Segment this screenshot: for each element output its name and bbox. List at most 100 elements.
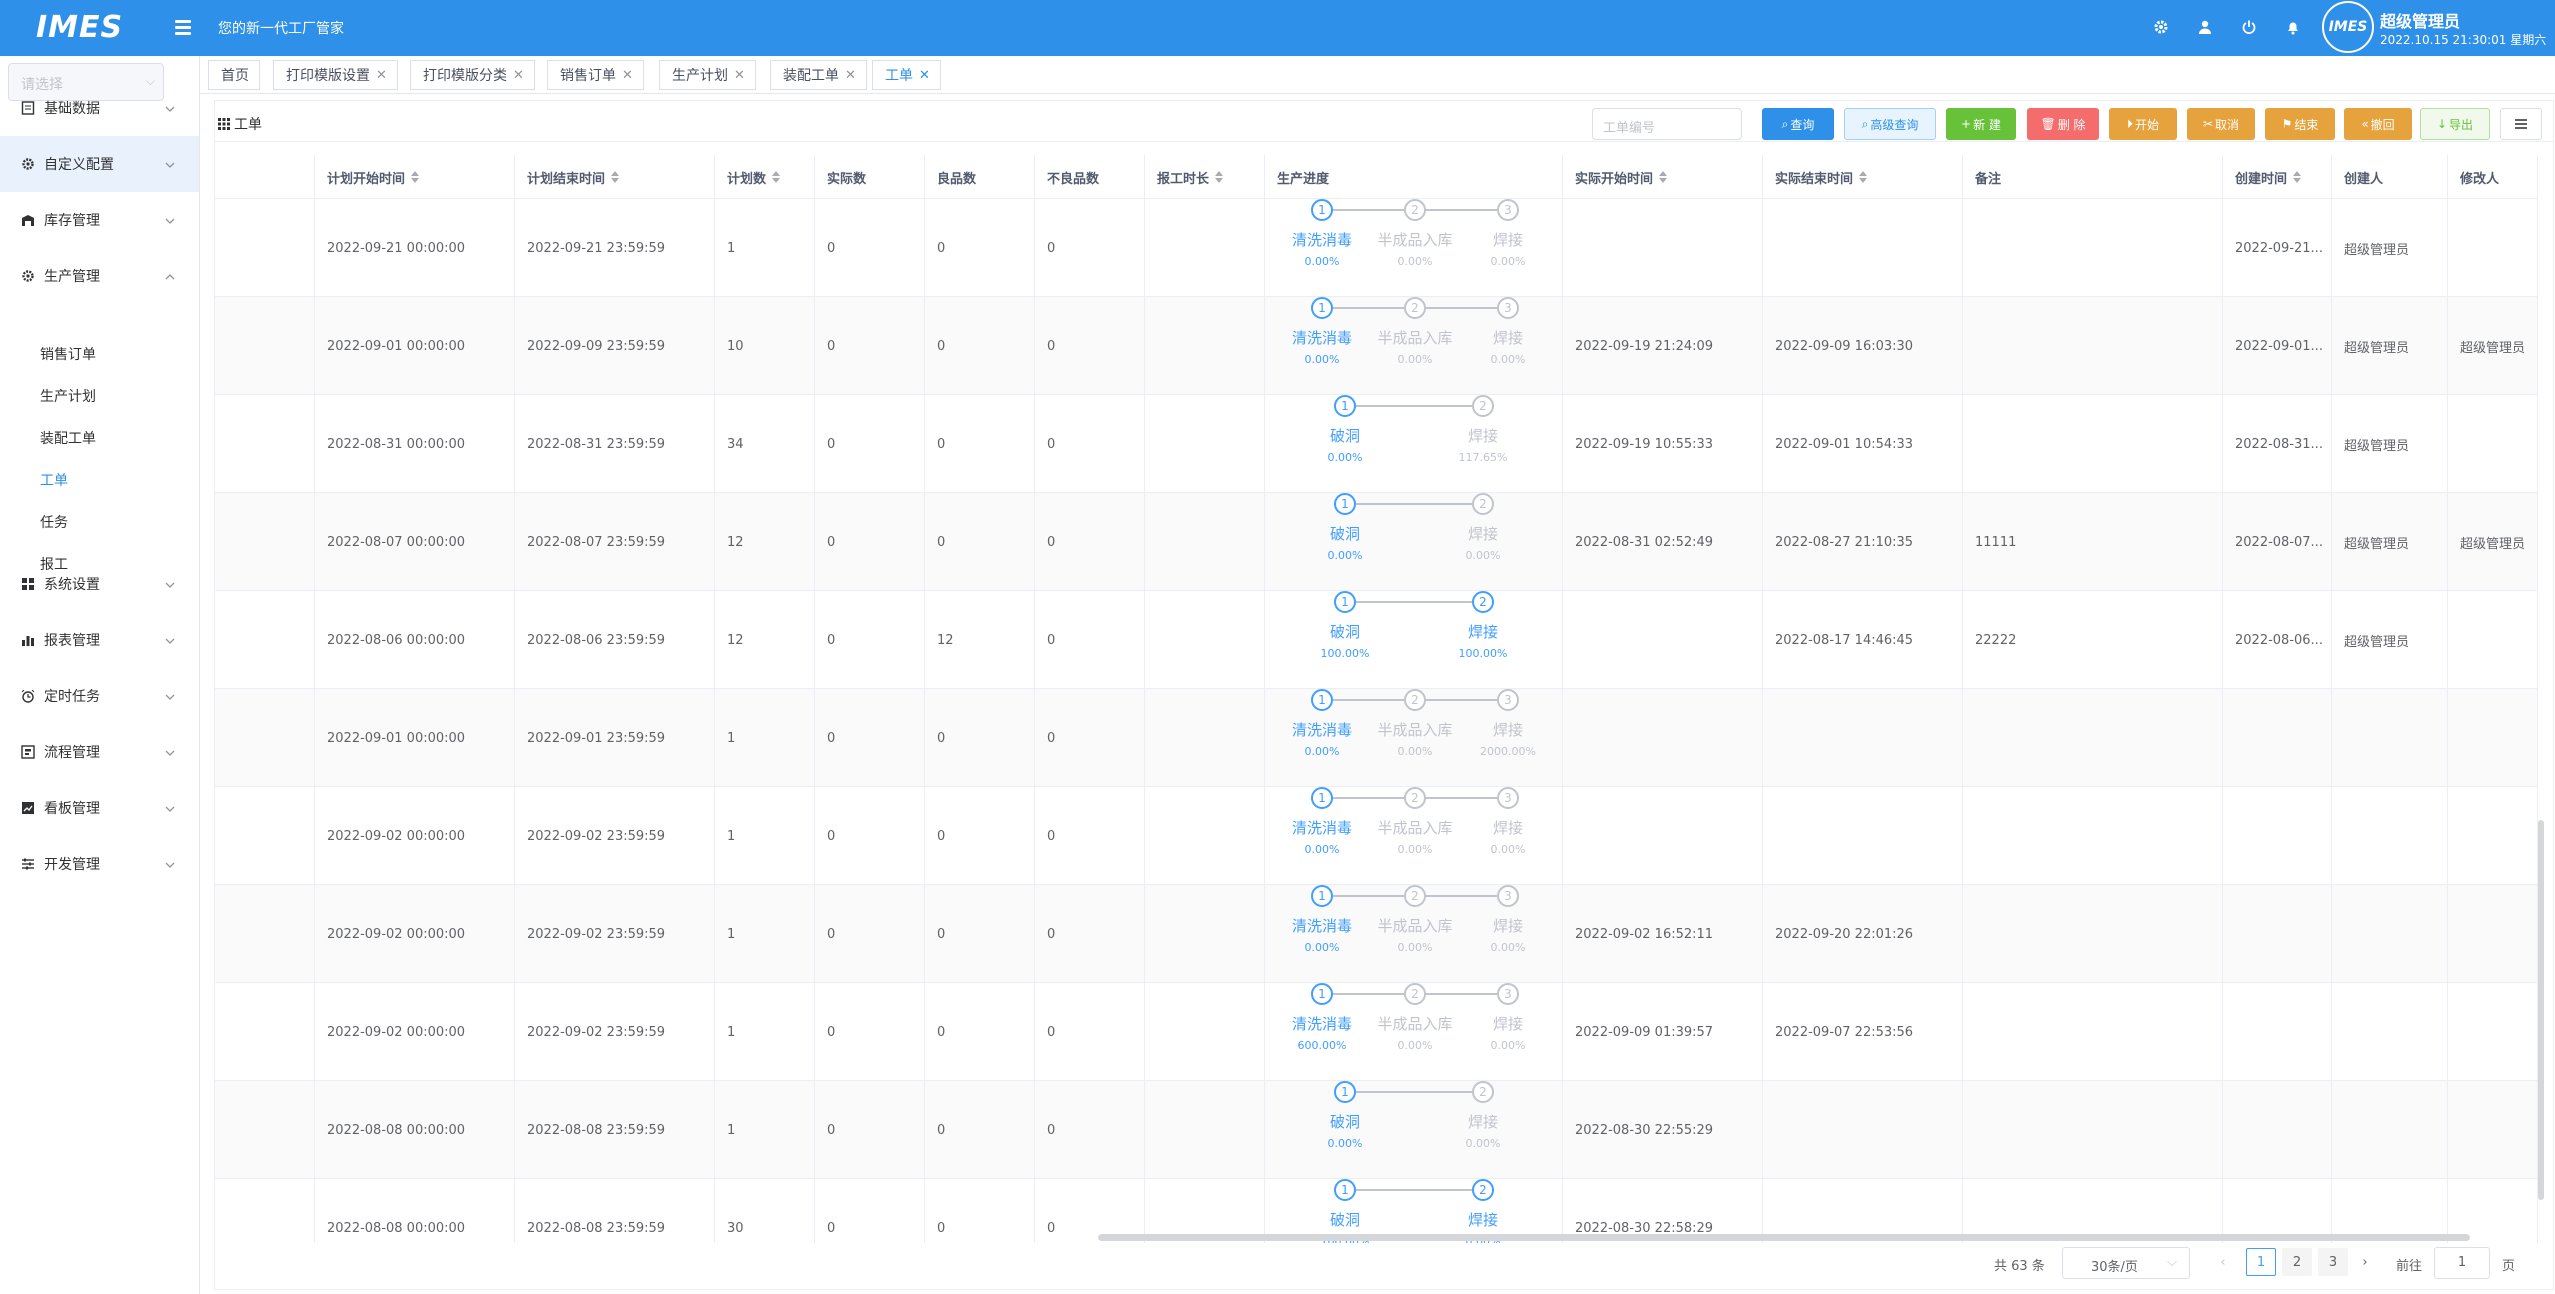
page-button-1[interactable]: 1: [2246, 1248, 2276, 1276]
goto-page-input[interactable]: 1: [2434, 1247, 2490, 1279]
table-row[interactable]: 2022-09-02 00:00:00 2022-09-02 23:59:59 1 0…: [215, 787, 2538, 885]
sidebar-item-10[interactable]: 开发管理: [0, 836, 199, 892]
toolbar-button-1[interactable]: ⌕ 查询: [1762, 108, 1834, 140]
sidebar-subitem-2[interactable]: 生产计划: [40, 386, 96, 406]
tab-label: 生产计划: [672, 68, 728, 84]
step-percent: 0.00%: [1327, 1137, 1363, 1150]
sort-icon[interactable]: [2293, 171, 2302, 183]
sidebar-subitem-6[interactable]: 报工: [40, 554, 68, 574]
user-icon[interactable]: [2194, 16, 2216, 38]
sidebar-item-2[interactable]: 自定义配置: [0, 136, 199, 192]
vertical-scrollbar[interactable]: [2538, 820, 2544, 1200]
work-order-search-input[interactable]: 工单编号: [1592, 108, 1742, 140]
sidebar-item-6[interactable]: 报表管理: [0, 612, 199, 668]
progress-steps: 1 破洞 100.00% 2 焊接 100.00%: [1265, 591, 1563, 689]
sidebar-subitem-4[interactable]: 工单: [40, 470, 68, 490]
sidebar-item-9[interactable]: 看板管理: [0, 780, 199, 836]
tab-2[interactable]: 打印模版设置 ✕: [273, 60, 398, 90]
header-cell[interactable]: 实际结束时间: [1763, 155, 1963, 199]
sidebar-item-8[interactable]: 流程管理: [0, 724, 199, 780]
prev-page-button[interactable]: ‹: [2208, 1248, 2238, 1276]
header-cell[interactable]: 实际开始时间: [1563, 155, 1763, 199]
button-label: 删 除: [2057, 117, 2086, 132]
cell-created: [2223, 689, 2332, 787]
bell-icon[interactable]: [2282, 16, 2304, 38]
toolbar-button-3[interactable]: + 新 建: [1946, 108, 2016, 140]
step-number-icon: 2: [1472, 395, 1494, 417]
close-icon[interactable]: ✕: [734, 68, 745, 83]
sidebar-item-3[interactable]: 库存管理: [0, 192, 199, 248]
sort-icon[interactable]: [1215, 171, 1224, 183]
close-icon[interactable]: ✕: [845, 68, 856, 83]
step-number-icon: 1: [1334, 591, 1356, 613]
header-cell[interactable]: 计划结束时间: [515, 155, 715, 199]
sidebar-subitem-1[interactable]: 销售订单: [40, 344, 96, 364]
power-icon[interactable]: [2238, 16, 2260, 38]
toolbar-button-8[interactable]: «撤回: [2344, 108, 2412, 140]
toolbar-button-9[interactable]: ↓ 导出: [2420, 108, 2490, 140]
sort-icon[interactable]: [1859, 171, 1868, 183]
sidebar-subitem-3[interactable]: 装配工单: [40, 428, 96, 448]
cell-remark: [1963, 689, 2223, 787]
sort-icon[interactable]: [611, 171, 620, 183]
sort-icon[interactable]: [411, 171, 420, 183]
sort-icon[interactable]: [1659, 171, 1668, 183]
sidebar-item-label: 系统设置: [44, 577, 100, 593]
tab-6[interactable]: 装配工单 ✕: [770, 60, 867, 90]
step-number-icon: 1: [1311, 787, 1333, 809]
table-row[interactable]: 2022-08-06 00:00:00 2022-08-06 23:59:59 12…: [215, 591, 2538, 689]
close-icon[interactable]: ✕: [622, 68, 633, 83]
tab-bar: 首页 打印模版设置 ✕ 打印模版分类 ✕ 销售订单 ✕ 生产计划 ✕ 装配工单 ✕ 工单 ✕: [200, 56, 2555, 94]
close-icon[interactable]: ✕: [919, 68, 930, 83]
menu-toggle-icon[interactable]: [172, 14, 196, 40]
table-row[interactable]: 2022-09-01 00:00:00 2022-09-01 23:59:59 1 0…: [215, 689, 2538, 787]
header-label: 计划数: [727, 171, 767, 187]
column-settings-button[interactable]: [2500, 108, 2542, 140]
cell-work-time: [1145, 885, 1265, 983]
close-icon[interactable]: ✕: [376, 68, 387, 83]
horizontal-scrollbar[interactable]: [1098, 1234, 2470, 1241]
sidebar-item-1[interactable]: 基础数据: [0, 80, 199, 136]
tab-3[interactable]: 打印模版分类 ✕: [410, 60, 535, 90]
toolbar-button-6[interactable]: ✂ 取消: [2187, 108, 2255, 140]
settings-gear-icon[interactable]: [2150, 16, 2172, 38]
cell-created: [2223, 885, 2332, 983]
sidebar-subitem-5[interactable]: 任务: [40, 512, 68, 532]
page-size-select[interactable]: 30条/页 ⌵: [2062, 1247, 2190, 1279]
tab-1[interactable]: 首页: [208, 60, 260, 90]
table-row[interactable]: 2022-08-07 00:00:00 2022-08-07 23:59:59 12…: [215, 493, 2538, 591]
cell-created: 2022-08-31...: [2223, 395, 2332, 493]
user-name[interactable]: 超级管理员: [2380, 8, 2460, 32]
sort-icon[interactable]: [772, 171, 781, 183]
close-icon[interactable]: ✕: [513, 68, 524, 83]
toolbar-button-4[interactable]: 🗑 删 除: [2027, 108, 2099, 140]
app-logo[interactable]: IMES: [36, 10, 123, 45]
next-page-button[interactable]: ›: [2350, 1248, 2380, 1276]
avatar[interactable]: IMES: [2322, 1, 2374, 53]
table-row[interactable]: 2022-08-08 00:00:00 2022-08-08 23:59:59 1 0…: [215, 1081, 2538, 1179]
tab-4[interactable]: 销售订单 ✕: [547, 60, 644, 90]
table-row[interactable]: 2022-09-01 00:00:00 2022-09-09 23:59:59 10…: [215, 297, 2538, 395]
cell-plan-start: 2022-09-02 00:00:00: [315, 885, 515, 983]
header-cell[interactable]: 报工时长: [1145, 155, 1265, 199]
header-cell[interactable]: 计划开始时间: [315, 155, 515, 199]
page-button-2[interactable]: 2: [2282, 1248, 2312, 1276]
toolbar-button-5[interactable]: ⏵ 开始: [2109, 108, 2177, 140]
tab-7[interactable]: 工单 ✕: [872, 60, 941, 90]
toolbar-button-2[interactable]: ⌕ 高级查询: [1844, 108, 1936, 140]
table-row[interactable]: 2022-08-31 00:00:00 2022-08-31 23:59:59 34…: [215, 395, 2538, 493]
page-size-value: 30条/页: [2091, 1260, 2138, 1275]
page-button-3[interactable]: 3: [2318, 1248, 2348, 1276]
header-cell[interactable]: 计划数: [715, 155, 815, 199]
table-row[interactable]: 2022-09-21 00:00:00 2022-09-21 23:59:59 1 0…: [215, 199, 2538, 297]
header-cell[interactable]: 创建时间: [2223, 155, 2332, 199]
cell-created: 2022-09-01...: [2223, 297, 2332, 395]
sidebar-item-4[interactable]: 生产管理: [0, 248, 199, 304]
tab-5[interactable]: 生产计划 ✕: [659, 60, 756, 90]
gear-icon: [20, 156, 36, 172]
sidebar-item-5[interactable]: 系统设置: [0, 556, 199, 612]
toolbar-button-7[interactable]: ⚑ 结束: [2265, 108, 2335, 140]
sidebar-item-7[interactable]: 定时任务: [0, 668, 199, 724]
table-row[interactable]: 2022-09-02 00:00:00 2022-09-02 23:59:59 1 0…: [215, 983, 2538, 1081]
table-row[interactable]: 2022-09-02 00:00:00 2022-09-02 23:59:59 1 0…: [215, 885, 2538, 983]
